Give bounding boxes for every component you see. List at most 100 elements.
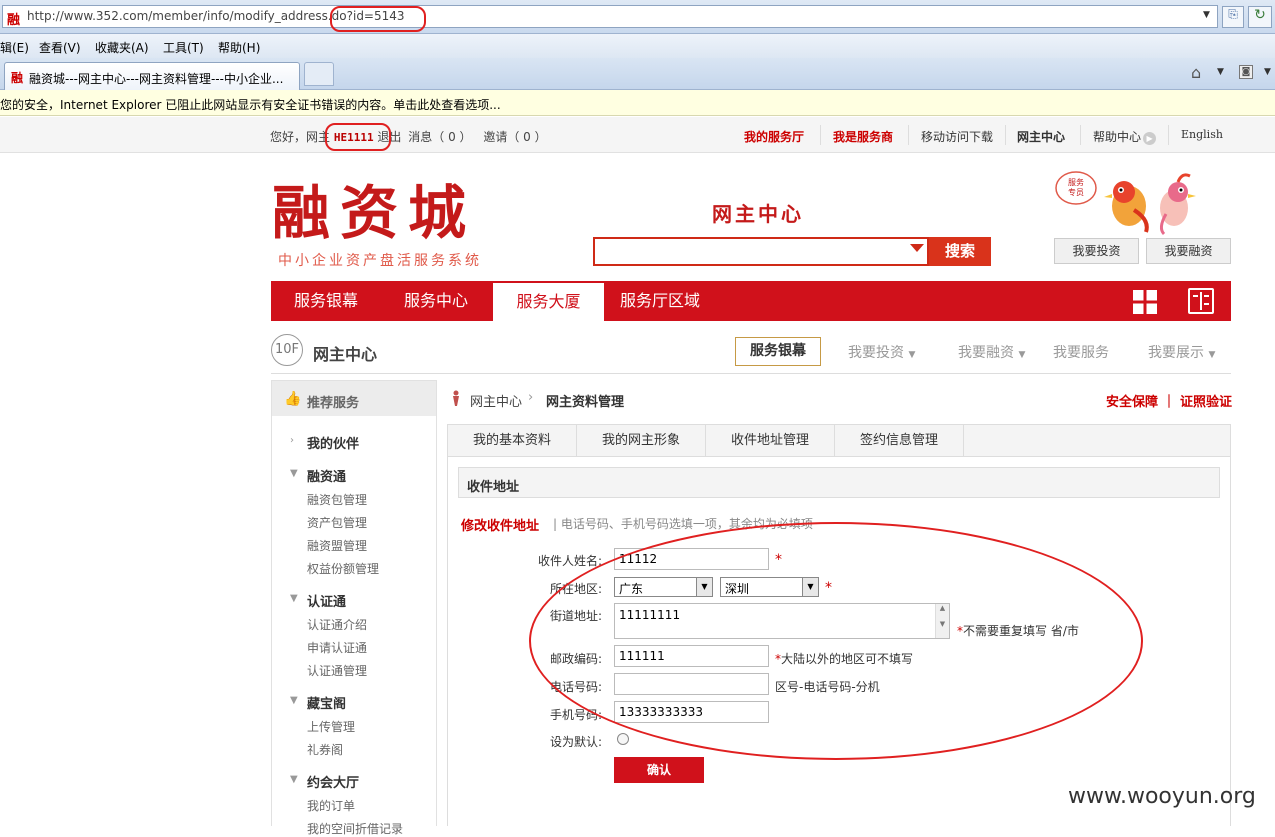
browser-tab[interactable]: 融 融资城---网主中心---网主资料管理---中小企业...	[4, 62, 300, 90]
address-bar: 融 http://www.352.com/member/info/modify_…	[0, 0, 1275, 34]
tab-address-manage[interactable]: 收件地址管理	[706, 425, 835, 456]
main-nav: 服务银幕 服务中心 服务大厦 服务厅区域	[271, 281, 1231, 325]
service-provider-link[interactable]: 我是服务商	[833, 128, 893, 145]
chevron-down-icon: ▼	[290, 468, 298, 479]
calendar-icon[interactable]	[1188, 288, 1214, 314]
sidebar-header: 👍 推荐服务	[272, 381, 436, 416]
home-icon[interactable]: ⌂	[1191, 63, 1201, 82]
tab-bar: 融 融资城---网主中心---网主资料管理---中小企业... ⌂ ▼ ◙ ▼	[0, 58, 1275, 90]
search-input[interactable]	[593, 237, 929, 266]
menu-edit[interactable]: 辑(E)	[0, 39, 29, 56]
owner-center-link[interactable]: 网主中心	[1017, 128, 1065, 145]
breadcrumb-current: 网主资料管理	[546, 395, 625, 410]
tab-basic-info[interactable]: 我的基本资料	[448, 425, 577, 456]
sidebar-item-certify-manage[interactable]: 认证通管理	[307, 662, 367, 679]
menu-tools[interactable]: 工具(T)	[163, 39, 204, 56]
infobar-text: 您的安全，Internet Explorer 已阻止此网站显示有安全证书错误的内…	[0, 98, 501, 112]
finance-button[interactable]: 我要融资	[1146, 238, 1231, 264]
security-links[interactable]: 安全保障 ｜ 证照验证	[1106, 391, 1232, 410]
sidebar-item-equity-share[interactable]: 权益份额管理	[307, 560, 379, 577]
nav-service-screen[interactable]: 服务银幕	[271, 281, 381, 321]
floor-badge: 10F	[271, 334, 303, 366]
compat-view-button[interactable]: ⎘	[1222, 6, 1244, 28]
sidebar-item-finance-alliance[interactable]: 融资盟管理	[307, 537, 367, 554]
site-favicon-icon: 融	[7, 13, 21, 28]
edit-address-title: 修改收件地址	[461, 519, 540, 534]
nav-service-building[interactable]: 服务大厦	[493, 283, 604, 325]
sidebar-group-finance[interactable]: 融资通	[307, 466, 346, 485]
sidebar-item-certify-intro[interactable]: 认证通介绍	[307, 616, 367, 633]
chevron-down-icon: ▼	[290, 695, 298, 706]
section-header: 收件地址	[458, 467, 1220, 498]
divider	[908, 125, 909, 145]
grid-icon[interactable]	[1133, 290, 1157, 314]
invest-button[interactable]: 我要投资	[1054, 238, 1139, 264]
menu-favorites[interactable]: 收藏夹(A)	[95, 39, 149, 56]
center-title: 网主中心	[712, 202, 804, 226]
annotation-circle-url	[330, 6, 426, 32]
floor-service-link[interactable]: 我要服务	[1053, 342, 1109, 362]
play-icon: ▶	[1143, 132, 1157, 145]
my-service-hall-link[interactable]: 我的服务厅	[744, 128, 804, 145]
security-infobar[interactable]: 您的安全，Internet Explorer 已阻止此网站显示有安全证书错误的内…	[0, 90, 1275, 116]
tab-contract-info[interactable]: 签约信息管理	[835, 425, 964, 456]
nav-service-center[interactable]: 服务中心	[381, 281, 491, 321]
help-center-link[interactable]: 帮助中心 ▶	[1093, 128, 1157, 145]
tab-favicon-icon: 融	[11, 71, 24, 85]
sidebar-group-treasure[interactable]: 藏宝阁	[307, 693, 346, 712]
floor-service-screen-button[interactable]: 服务银幕	[735, 337, 821, 366]
mascot-badge-line2: 专员	[1068, 187, 1084, 197]
chevron-down-icon: ▼	[1018, 350, 1026, 360]
sidebar-item-my-orders[interactable]: 我的订单	[307, 797, 355, 814]
logo-subtitle: 中小企业资产盘活服务系统	[278, 253, 482, 269]
chevron-down-icon[interactable]: ▼	[1203, 10, 1217, 20]
annotation-circle-username	[325, 123, 391, 151]
messages-link[interactable]: 消息（ 0 ）	[408, 130, 471, 144]
english-link[interactable]: English	[1181, 128, 1223, 141]
chevron-down-icon: ▼	[290, 774, 298, 785]
chevron-down-icon: ▼	[908, 350, 916, 360]
search-button[interactable]: 搜索	[929, 237, 991, 266]
tab-owner-image[interactable]: 我的网主形象	[577, 425, 706, 456]
chevron-down-icon[interactable]: ▼	[1217, 67, 1224, 77]
rss-icon[interactable]: ◙	[1239, 65, 1253, 79]
sidebar-group-meeting[interactable]: 约会大厅	[307, 772, 359, 791]
menu-view[interactable]: 查看(V)	[39, 39, 81, 56]
confirm-button[interactable]: 确认	[614, 757, 704, 783]
floor-invest-link[interactable]: 我要投资 ▼	[848, 342, 915, 362]
sidebar-item-finance-pack[interactable]: 融资包管理	[307, 491, 367, 508]
floor-finance-link[interactable]: 我要融资 ▼	[958, 342, 1025, 362]
divider	[1005, 125, 1006, 145]
mascot-badge-line1: 服务	[1068, 177, 1084, 187]
mascot-birds-icon: 服务 专员	[1055, 171, 1196, 236]
refresh-button[interactable]: ↻	[1248, 6, 1272, 28]
breadcrumb-home[interactable]: 网主中心	[470, 391, 522, 410]
sidebar-group-certify[interactable]: 认证通	[307, 591, 346, 610]
mobile-download-link[interactable]: 移动访问下载	[921, 128, 993, 145]
menu-help[interactable]: 帮助(H)	[218, 39, 260, 56]
tab-title: 融资城---网主中心---网主资料管理---中小企业...	[29, 72, 284, 86]
new-tab-button[interactable]	[304, 62, 334, 86]
chevron-down-icon: ▼	[290, 593, 298, 604]
floor-show-link[interactable]: 我要展示 ▼	[1148, 342, 1215, 362]
chevron-right-icon: ›	[528, 390, 534, 405]
chevron-right-icon: ›	[290, 435, 294, 446]
person-icon	[453, 390, 459, 406]
chevron-down-icon[interactable]: ▼	[1264, 67, 1271, 77]
invites-link[interactable]: 邀请（ 0 ）	[483, 130, 546, 144]
site-logo[interactable]: 融资城	[272, 178, 476, 248]
sidebar-item-coupons[interactable]: 礼券阁	[307, 741, 343, 758]
sidebar-item-asset-pack[interactable]: 资产包管理	[307, 514, 367, 531]
url-field[interactable]: 融 http://www.352.com/member/info/modify_…	[2, 5, 1218, 28]
default-radio[interactable]	[617, 733, 629, 745]
sidebar-item-certify-apply[interactable]: 申请认证通	[307, 639, 367, 656]
nav-service-hall-area[interactable]: 服务厅区域	[604, 281, 716, 321]
sidebar-group-partners[interactable]: 我的伙伴	[307, 433, 359, 452]
sidebar: 👍 推荐服务 › 我的伙伴 ▼ 融资通 融资包管理 资产包管理 融资盟管理 权益…	[271, 380, 437, 836]
sidebar-item-upload-manage[interactable]: 上传管理	[307, 718, 355, 735]
hello-text: 您好，网主	[270, 130, 331, 144]
search-dropdown-icon[interactable]	[910, 244, 924, 252]
recipient-name-label: 收件人姓名:	[537, 554, 602, 568]
menu-bar: 辑(E) 查看(V) 收藏夹(A) 工具(T) 帮助(H)	[0, 34, 1275, 58]
sidebar-item-space-records[interactable]: 我的空间折借记录	[307, 820, 403, 837]
